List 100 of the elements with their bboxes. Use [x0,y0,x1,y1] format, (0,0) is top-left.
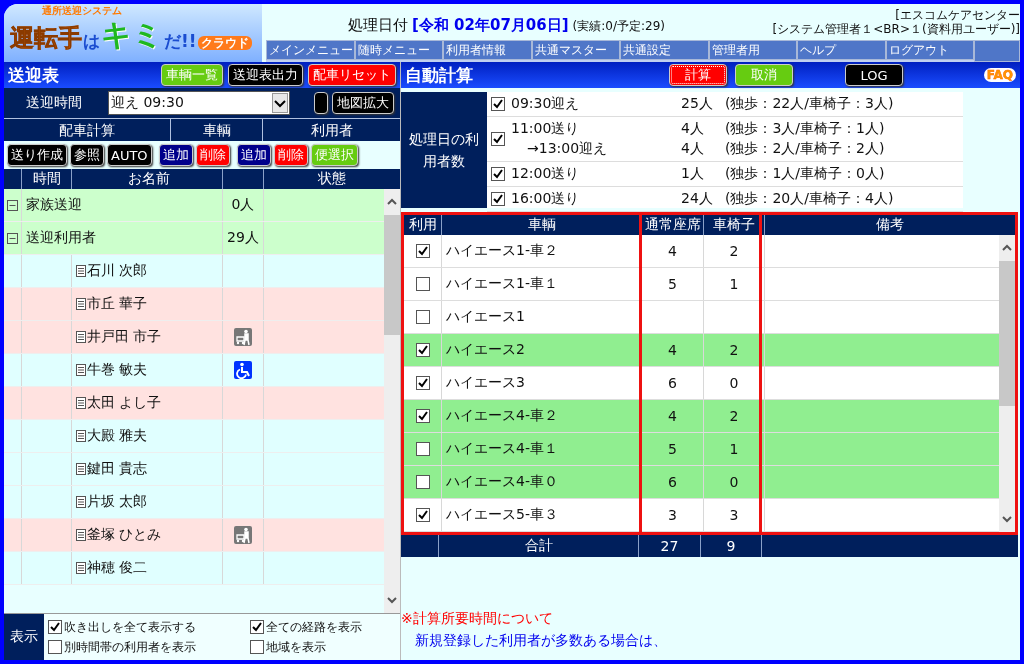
user-row[interactable]: 牛巻 敏夫 [4,354,384,387]
walker-icon [234,526,252,544]
use-checkbox[interactable] [415,310,430,324]
count-checkbox[interactable] [491,132,505,146]
scroll-thumb[interactable] [999,261,1015,406]
user-row[interactable]: 市丘 華子 [4,288,384,321]
user-row[interactable]: 片坂 太郎 [4,486,384,519]
vehicle-row[interactable]: ハイエース1-車２ 4 2 [404,235,999,268]
trip-time: 12:00送り [511,165,581,183]
scroll-thumb[interactable] [384,215,400,335]
user-name: 片坂 太郎 [87,493,148,511]
action-button[interactable]: 参照 [70,144,104,166]
blank-button[interactable] [314,92,328,114]
trip-detail: (独歩：20人/車椅子：4人) [725,190,894,208]
action-button[interactable]: 追加 [158,144,193,166]
vehicle-row[interactable]: ハイエース4-車２ 4 2 [404,400,999,433]
action-button[interactable]: 追加 [236,144,271,166]
wheelchair-count: 2 [729,408,739,424]
logo-text: キミ [101,20,163,50]
time-select[interactable]: 迎え 09:30 [108,91,290,115]
user-row[interactable]: 井戸田 市子 [4,321,384,354]
use-checkbox[interactable] [415,409,430,423]
collapse-icon[interactable] [7,232,18,244]
vehicle-row[interactable]: ハイエース4-車１ 5 1 [404,433,999,466]
log-button[interactable]: LOG [845,64,903,86]
checkbox[interactable] [250,620,264,634]
menu-item[interactable]: 利用者情報 [443,40,532,60]
user-row[interactable]: 大殿 雅夫 [4,420,384,453]
wheelchair-count: 3 [729,507,739,523]
date-label: 処理日付 [348,16,408,35]
document-icon [76,298,86,310]
user-name: 市丘 華子 [87,295,148,313]
seat-count: 4 [668,408,677,424]
scrollbar[interactable] [384,189,400,613]
seat-count: 4 [668,243,677,259]
process-date: [令和 02年07月06日] [412,16,569,35]
checkbox[interactable] [48,640,62,654]
calculate-button[interactable]: 計算 [669,64,727,86]
use-checkbox[interactable] [415,244,430,258]
trip-time: 16:00送り [511,190,581,208]
scrollbar[interactable] [999,235,1015,532]
count-checkbox[interactable] [491,97,505,111]
checkbox[interactable] [48,620,62,634]
user-name: [システム管理者１<BR>１(資料用ユーザー)] [772,22,1020,36]
menu-item[interactable]: 共通設定 [620,40,709,60]
count-checkbox[interactable] [491,167,505,181]
action-button[interactable]: 送り作成 [7,144,67,166]
count-summary: (実績:0/予定:29) [572,18,665,35]
trip-time: 09:30迎え [511,95,581,113]
vehicle-name: ハイエース3 [446,374,525,392]
option-label[interactable]: 吹き出しを全て表示する [64,618,196,636]
use-checkbox[interactable] [415,343,430,357]
menu-item[interactable]: ヘルプ [797,40,886,60]
menu-item[interactable]: 管理者用 [708,40,798,60]
menu-item[interactable]: メインメニュー [266,40,355,60]
use-checkbox[interactable] [415,442,430,456]
vehicle-row[interactable]: ハイエース2 4 2 [404,334,999,367]
trip-detail: (独歩：22人/車椅子：3人) [725,95,894,113]
use-checkbox[interactable] [415,376,430,390]
user-row[interactable]: 太田 よし子 [4,387,384,420]
group-count: 0人 [231,196,255,214]
user-row[interactable]: 神穂 俊二 [4,552,384,585]
user-row[interactable]: 釜塚 ひとみ [4,519,384,552]
section-header: 利用者 [309,121,354,140]
menu-item[interactable]: ログアウト [885,40,975,60]
map-button[interactable]: 地図拡大 [332,92,394,114]
vehicle-row[interactable]: ハイエース5-車３ 3 3 [404,499,999,532]
menu-item[interactable]: 共通マスター [531,40,621,60]
count-checkbox[interactable] [491,192,505,206]
vehicle-name: ハイエース1-車１ [446,275,558,293]
seat-count: 3 [668,507,677,523]
wheelchair-icon [234,361,252,379]
vehicle-row[interactable]: ハイエース4-車０ 6 0 [404,466,999,499]
vehicle-row[interactable]: ハイエース1-車１ 5 1 [404,268,999,301]
user-name: 太田 よし子 [87,394,162,412]
wheelchair-count: 2 [729,243,739,259]
checkbox[interactable] [250,640,264,654]
option-label[interactable]: 地域を表示 [266,638,326,656]
option-label[interactable]: 全ての経路を表示 [266,618,362,636]
action-button[interactable]: AUTO [107,144,152,166]
collapse-icon[interactable] [7,199,18,211]
user-name: 石川 次郎 [87,262,148,280]
use-checkbox[interactable] [415,508,430,522]
column-header: 備考 [875,215,905,234]
action-button[interactable]: 削除 [195,144,230,166]
option-label[interactable]: 別時間帯の利用者を表示 [64,638,196,656]
note-text: 新規登録した利用者が多数ある場合は、 [414,632,668,650]
total-wheelchairs: 9 [701,535,762,557]
toolbar-button[interactable]: 配車リセット [308,64,396,86]
use-checkbox[interactable] [415,277,430,291]
use-checkbox[interactable] [415,475,430,489]
vehicle-name: ハイエース4-車１ [446,440,558,458]
user-row[interactable]: 石川 次郎 [4,255,384,288]
toolbar-button[interactable]: 送迎表出力 [228,64,303,86]
menu-item[interactable]: 随時メニュー [354,40,444,60]
trip-time: 11:00送り [511,120,581,138]
action-button[interactable]: 削除 [273,144,308,166]
total-seats: 27 [639,535,701,557]
user-row[interactable]: 鍵田 貴志 [4,453,384,486]
trip-detail: (独歩：3人/車椅子：1人) [725,120,885,138]
